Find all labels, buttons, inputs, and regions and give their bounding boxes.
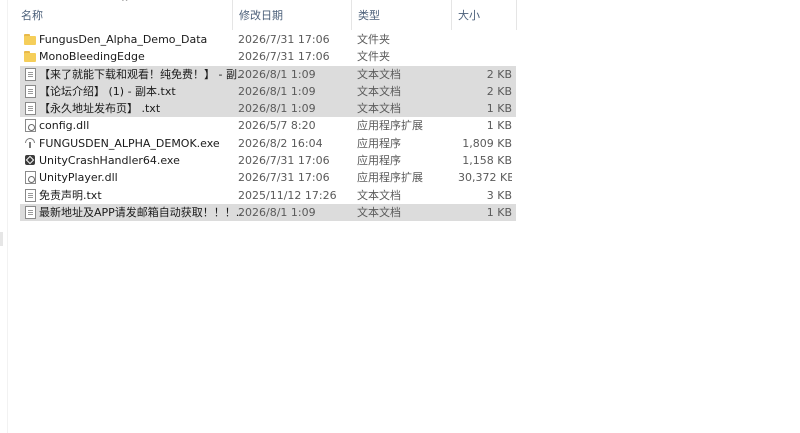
file-icon-cell <box>23 117 37 134</box>
file-icon-cell <box>23 66 37 83</box>
file-modified-date: 2026/5/7 8:20 <box>238 119 316 133</box>
column-header-size[interactable]: 大小 <box>452 0 517 30</box>
file-row[interactable]: FungusDen_Alpha_Demo_Data 2026/7/31 17:06… <box>20 31 516 48</box>
file-type: 文件夹 <box>357 33 390 46</box>
file-size: 1 KB <box>486 119 512 133</box>
dll-file-icon <box>25 171 36 185</box>
file-row[interactable]: UnityCrashHandler64.exe 2026/7/31 17:06 应用… <box>20 152 516 169</box>
file-name: 【永久地址发布页】 .txt <box>39 102 161 116</box>
file-icon-cell <box>23 48 37 65</box>
file-size: 2 KB <box>486 84 512 98</box>
file-modified-date: 2026/7/31 17:06 <box>238 50 330 64</box>
file-list: FungusDen_Alpha_Demo_Data 2026/7/31 17:06… <box>20 31 516 222</box>
file-size: 30,372 KB <box>458 171 512 185</box>
text-file-icon <box>25 84 36 98</box>
file-row[interactable]: FUNGUSDEN_ALPHA_DEMOK.exe 2026/8/2 16:04 应… <box>20 135 516 152</box>
file-name: 【论坛介绍】 (1) - 副本.txt <box>39 84 176 98</box>
file-row[interactable]: 【论坛介绍】 (1) - 副本.txt 2026/8/1 1:09 文本文档 2 KB <box>20 82 516 101</box>
sort-ascending-icon: ^ <box>121 0 129 8</box>
file-modified-date: 2025/11/12 17:26 <box>238 188 337 202</box>
file-modified-date: 2026/7/31 17:06 <box>238 154 330 168</box>
file-icon-cell <box>23 100 37 117</box>
file-modified-date: 2026/8/1 1:09 <box>238 102 316 116</box>
file-type: 文件夹 <box>357 50 390 64</box>
file-size: 1,809 KB <box>462 136 512 150</box>
file-size <box>458 31 512 48</box>
file-row[interactable]: MonoBleedingEdge 2026/7/31 17:06 文件夹 <box>20 48 516 65</box>
file-type: 文本文档 <box>357 188 401 202</box>
file-type: 应用程序 <box>357 154 401 168</box>
file-size: 1 KB <box>486 102 512 116</box>
file-size: 3 KB <box>486 188 512 202</box>
text-file-icon <box>25 102 36 116</box>
file-name: UnityPlayer.dll <box>39 171 118 185</box>
file-type: 应用程序扩展 <box>357 171 423 185</box>
file-explorer-list-view: 名称 ^ 修改日期 类型 大小 FungusDen_Alpha_Demo_Dat… <box>0 0 800 433</box>
file-row[interactable]: 【来了就能下载和观看！纯免费！】 - 副... 2026/8/1 1:09 文本文档… <box>20 65 516 83</box>
file-type: 文本文档 <box>357 84 401 98</box>
column-header-date-label: 修改日期 <box>239 9 283 22</box>
file-name: FungusDen_Alpha_Demo_Data <box>39 33 208 46</box>
file-type: 文本文档 <box>357 67 401 81</box>
file-type: 文本文档 <box>357 102 401 116</box>
file-row[interactable]: config.dll 2026/5/7 8:20 应用程序扩展 1 KB <box>20 117 516 134</box>
file-modified-date: 2026/8/1 1:09 <box>238 67 316 81</box>
file-size: 1,158 KB <box>462 154 512 168</box>
file-name: 免责声明.txt <box>39 188 102 202</box>
file-modified-date: 2026/7/31 17:06 <box>238 33 330 46</box>
file-row[interactable]: 免责声明.txt 2025/11/12 17:26 文本文档 3 KB <box>20 187 516 204</box>
file-icon-cell <box>23 187 37 204</box>
text-file-icon <box>25 188 36 202</box>
file-icon-cell <box>23 135 37 152</box>
navigation-pane-edge <box>0 0 8 433</box>
file-size <box>458 48 512 65</box>
column-header-type-label: 类型 <box>358 9 380 22</box>
column-header-name[interactable]: 名称 ^ <box>15 0 233 30</box>
file-modified-date: 2026/8/1 1:09 <box>238 205 316 219</box>
file-name: config.dll <box>39 119 90 133</box>
column-header-date[interactable]: 修改日期 <box>233 0 352 30</box>
file-type: 应用程序 <box>357 136 401 150</box>
file-type: 文本文档 <box>357 205 401 219</box>
fungus-exe-icon <box>25 137 35 148</box>
folder-icon <box>24 34 36 47</box>
file-size: 1 KB <box>486 205 512 219</box>
column-header-type[interactable]: 类型 <box>352 0 452 30</box>
file-row[interactable]: UnityPlayer.dll 2026/7/31 17:06 应用程序扩展 30,3… <box>20 169 516 186</box>
column-header-name-label: 名称 <box>21 9 43 22</box>
unity-exe-icon <box>25 155 35 166</box>
file-icon-cell <box>23 83 37 100</box>
file-icon-cell <box>23 152 37 169</box>
file-name: 最新地址及APP请发邮箱自动获取！！！... <box>39 205 244 219</box>
file-icon-cell <box>23 204 37 221</box>
dll-file-icon <box>25 119 36 133</box>
file-modified-date: 2026/8/1 1:09 <box>238 84 316 98</box>
column-header-size-label: 大小 <box>458 9 480 22</box>
file-name: 【来了就能下载和观看！纯免费！】 - 副... <box>39 67 244 81</box>
column-header-row: 名称 ^ 修改日期 类型 大小 <box>15 0 520 30</box>
file-name: FUNGUSDEN_ALPHA_DEMOK.exe <box>39 136 220 150</box>
file-type: 应用程序扩展 <box>357 119 423 133</box>
file-row[interactable]: 最新地址及APP请发邮箱自动获取！！！... 2026/8/1 1:09 文本文档 1… <box>20 203 516 222</box>
file-size: 2 KB <box>486 67 512 81</box>
file-row[interactable]: 【永久地址发布页】 .txt 2026/8/1 1:09 文本文档 1 KB <box>20 100 516 118</box>
folder-icon <box>24 51 36 64</box>
file-icon-cell <box>23 31 37 48</box>
file-modified-date: 2026/8/2 16:04 <box>238 136 323 150</box>
file-name: MonoBleedingEdge <box>39 50 145 64</box>
file-name: UnityCrashHandler64.exe <box>39 154 180 168</box>
file-icon-cell <box>23 169 37 186</box>
text-file-icon <box>25 67 36 81</box>
file-modified-date: 2026/7/31 17:06 <box>238 171 330 185</box>
text-file-icon <box>25 205 36 219</box>
navigation-pane-marker <box>0 232 3 246</box>
